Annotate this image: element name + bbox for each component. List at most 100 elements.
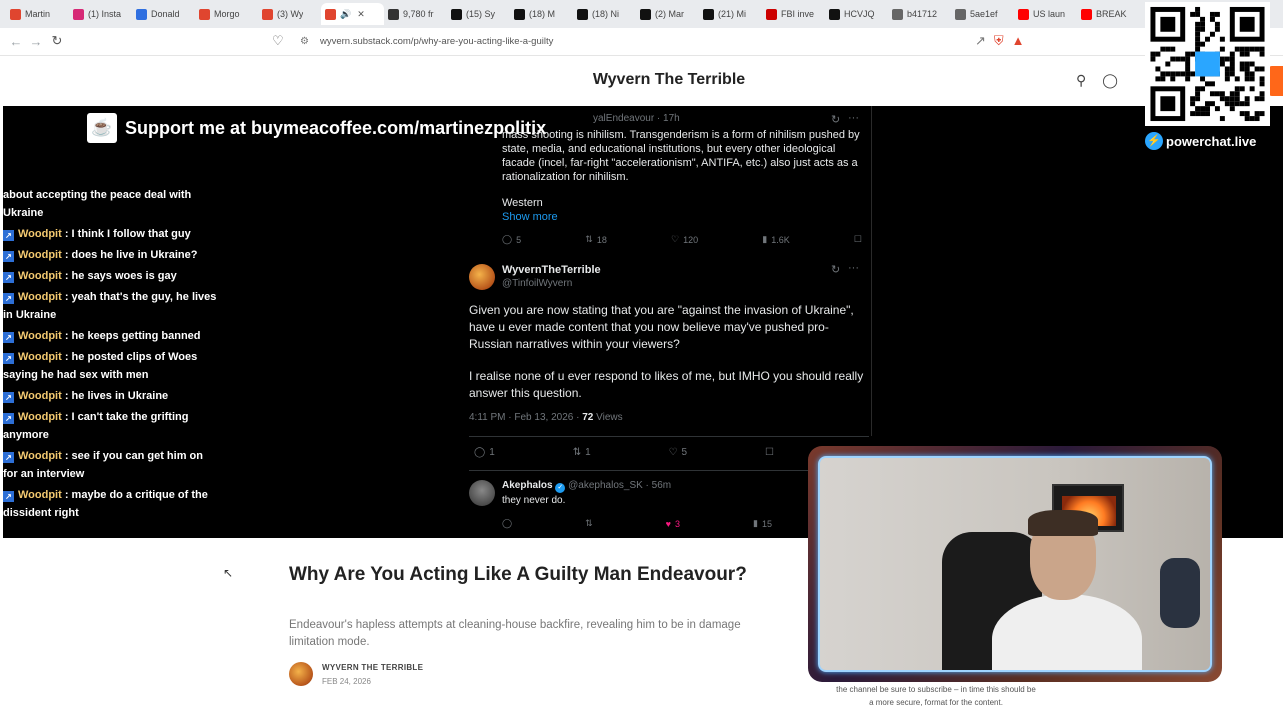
qr-module (1185, 76, 1191, 82)
search-icon[interactable]: ⚲ (1076, 72, 1086, 89)
more-icon[interactable]: ··· (848, 262, 859, 274)
refresh-icon[interactable]: ↻ (831, 263, 840, 276)
tweet3-body: they never do. (502, 495, 566, 506)
browser-tab[interactable]: HCVJQ (825, 3, 888, 25)
qr-module (1195, 46, 1201, 52)
browser-tab[interactable]: FBI inve (762, 3, 825, 25)
tweet2-name[interactable]: WyvernTheTerrible (502, 264, 601, 276)
chat-text: : I think I follow that guy (61, 228, 191, 240)
browser-tab[interactable]: Donald (132, 3, 195, 25)
browser-tab[interactable]: (3) Wy (258, 3, 321, 25)
repost-button[interactable]: ⇅ (585, 518, 593, 529)
qr-module (1239, 51, 1245, 57)
qr-module (1224, 96, 1230, 102)
qr-module (1249, 76, 1255, 82)
qr-module (1209, 101, 1215, 107)
qr-module (1209, 31, 1215, 37)
like-button[interactable]: ♡ 120 (671, 234, 698, 245)
qr-module (1259, 81, 1265, 87)
views-button[interactable]: ▮ 15 (753, 518, 772, 529)
tab-title: (18) M (529, 9, 556, 19)
browser-tab[interactable]: (18) M (510, 3, 573, 25)
browser-tab[interactable]: Morgo (195, 3, 258, 25)
qr-module (1224, 71, 1230, 77)
site-info-icon[interactable]: ⚙ (300, 36, 309, 47)
forward-icon[interactable]: → (26, 34, 46, 49)
heart-icon: ♡ (671, 234, 680, 244)
reload-icon[interactable]: ↻ (47, 33, 67, 49)
reply-button[interactable]: ◯ 1 (474, 447, 495, 458)
chat-username: Woodpit (18, 351, 62, 363)
qr-module (1254, 46, 1260, 52)
brave-shield-icon[interactable]: ⛨ (994, 33, 1004, 49)
browser-tab[interactable]: (2) Mar (636, 3, 699, 25)
browser-tab[interactable]: (15) Sy (447, 3, 510, 25)
bookmark-button[interactable]: ☐ (854, 234, 862, 245)
tweet1-actions: ◯ 5 ⇅ 18 ♡ 120 ▮ 1.6K ☐ (502, 234, 862, 245)
tab-title: (3) Wy (277, 9, 304, 19)
browser-tab[interactable]: (1) Insta (69, 3, 132, 25)
qr-module (1205, 81, 1210, 87)
tweet3-header[interactable]: Akephalos ✓ @akephalos_SK · 56m (502, 480, 671, 493)
tab-title: US laun (1033, 9, 1066, 19)
tweet2-avatar[interactable] (469, 264, 495, 290)
qr-module (1195, 111, 1201, 117)
browser-tab[interactable]: 9,780 fr (384, 3, 447, 25)
tweet3-avatar[interactable] (469, 480, 495, 506)
qr-module (1259, 111, 1265, 117)
author-avatar[interactable] (289, 662, 313, 686)
back-icon[interactable]: ← (6, 34, 26, 49)
browser-tab[interactable]: BREAK (1077, 3, 1140, 25)
qr-module (1180, 56, 1186, 62)
bookmark-button[interactable]: ☐ (765, 447, 774, 458)
browser-tab[interactable]: b41712 (888, 3, 951, 25)
tweet1-user[interactable]: yalEndeavour · 17h (593, 113, 680, 124)
chat-bubble-icon[interactable]: ◯ (1102, 72, 1118, 89)
qr-module (1185, 51, 1191, 57)
browser-tab[interactable]: Martin (6, 3, 69, 25)
like-button[interactable]: ♡ 5 (669, 447, 688, 458)
qr-module (1170, 71, 1176, 77)
close-tab-icon[interactable]: ✕ (357, 9, 365, 20)
refresh-icon[interactable]: ↻ (831, 113, 840, 126)
qr-module (1155, 51, 1161, 57)
repost-button[interactable]: ⇅ 1 (573, 447, 591, 458)
qr-module (1209, 91, 1215, 97)
browser-tab[interactable]: (18) Ni (573, 3, 636, 25)
address-bar[interactable]: wyvern.substack.com/p/why-are-you-acting… (320, 36, 553, 47)
browser-tab[interactable]: (21) Mi (699, 3, 762, 25)
browser-tab[interactable]: US laun (1014, 3, 1077, 25)
qr-module (1219, 91, 1225, 97)
show-more-link[interactable]: Show more (502, 211, 558, 223)
share-icon[interactable]: ↗ (975, 33, 986, 49)
browser-tab[interactable]: 🔊 ✕ (321, 3, 384, 25)
reply-button[interactable]: ◯ (502, 518, 512, 529)
qr-module (1155, 66, 1161, 72)
qr-module (1244, 51, 1250, 57)
chart-icon: ▮ (753, 518, 758, 528)
substack-icon (10, 8, 21, 20)
qr-module (1190, 96, 1196, 102)
article-author[interactable]: WYVERN THE TERRIBLE (322, 663, 423, 672)
platform-badge-icon: ↗ (3, 353, 14, 364)
reply-button[interactable]: ◯ 5 (502, 234, 521, 245)
platform-badge-icon: ↗ (3, 251, 14, 262)
qr-module (1200, 16, 1206, 22)
more-icon[interactable]: ··· (848, 112, 859, 124)
browser-tab[interactable]: 5ae1ef (951, 3, 1014, 25)
tweet2-handle[interactable]: @TinfoilWyvern (502, 278, 572, 289)
like-button[interactable]: ♥ 3 (666, 518, 680, 529)
repost-button[interactable]: ⇅ 18 (585, 234, 607, 245)
qr-module (1239, 66, 1245, 72)
subscribe-button[interactable] (1268, 66, 1283, 96)
qr-module (1190, 111, 1196, 117)
rewards-icon[interactable]: ▲ (1012, 33, 1025, 49)
platform-badge-icon: ↗ (3, 272, 14, 283)
bookmark-icon[interactable]: ♡ (272, 33, 284, 49)
qr-module (1229, 61, 1235, 67)
views-button[interactable]: ▮ 1.6K (762, 234, 789, 245)
qr-module (1254, 111, 1260, 117)
x-icon (577, 8, 588, 20)
caption-text: the channel be sure to subscribe – in ti… (836, 685, 1036, 707)
instagram-icon (73, 8, 84, 20)
